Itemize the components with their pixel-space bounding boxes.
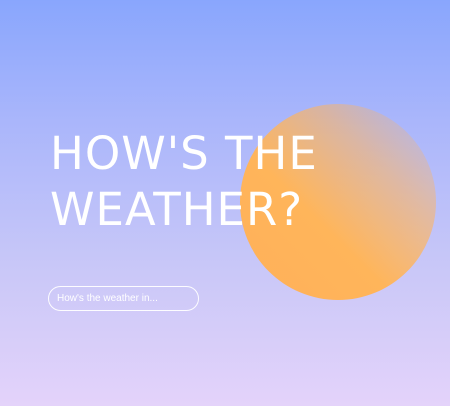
- title-line-1: HOW'S THE: [50, 127, 318, 180]
- weather-app: HOW'S THE WEATHER?: [0, 0, 450, 406]
- title-line-2: WEATHER?: [50, 183, 304, 236]
- page-title: HOW'S THE WEATHER?: [50, 126, 318, 238]
- search-input[interactable]: [48, 286, 199, 311]
